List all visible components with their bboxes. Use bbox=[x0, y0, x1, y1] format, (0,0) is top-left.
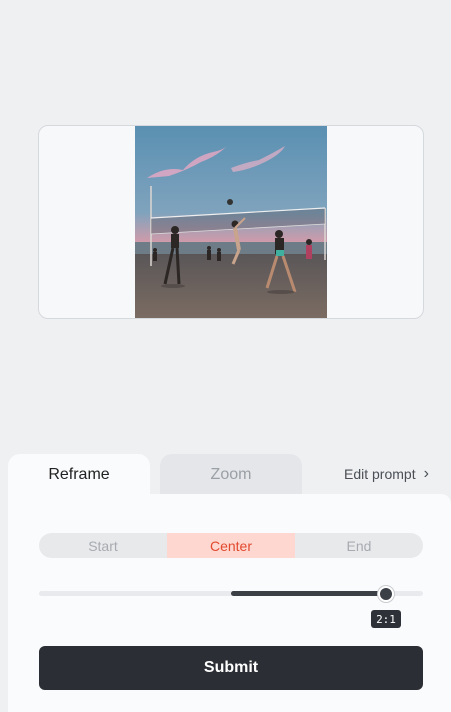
position-option-end[interactable]: End bbox=[295, 533, 423, 558]
position-option-start-label: Start bbox=[88, 537, 118, 554]
aspect-ratio-slider-fill bbox=[231, 591, 386, 596]
tab-zoom[interactable]: Zoom bbox=[160, 454, 302, 496]
tab-reframe-label: Reframe bbox=[48, 466, 110, 483]
position-segmented-control: Start Center End bbox=[39, 533, 423, 558]
edit-prompt-label: Edit prompt bbox=[344, 466, 416, 482]
position-option-start[interactable]: Start bbox=[39, 533, 167, 558]
aspect-ratio-value-tooltip: 2:1 bbox=[371, 610, 401, 628]
position-option-center[interactable]: Center bbox=[167, 533, 295, 558]
submit-button[interactable]: Submit bbox=[39, 646, 423, 690]
preview-image bbox=[135, 126, 327, 318]
tab-zoom-label: Zoom bbox=[210, 466, 252, 483]
aspect-ratio-slider-thumb[interactable] bbox=[378, 586, 394, 602]
position-option-end-label: End bbox=[346, 537, 372, 554]
image-preview-frame bbox=[38, 125, 424, 319]
position-option-center-label: Center bbox=[209, 537, 253, 554]
edit-prompt-link[interactable]: Edit prompt › bbox=[344, 465, 429, 483]
chevron-right-icon: › bbox=[423, 465, 429, 482]
tab-reframe[interactable]: Reframe bbox=[8, 454, 150, 496]
